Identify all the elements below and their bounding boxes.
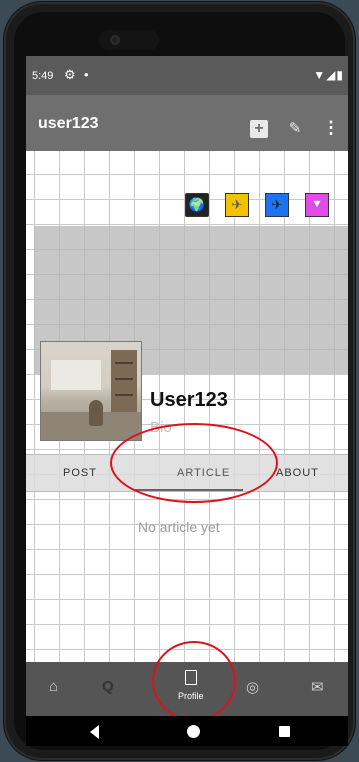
camera-housing (99, 30, 159, 50)
avatar-shelf-shape (111, 350, 137, 420)
signal-battery-icon: ▼◢▮ (313, 68, 344, 82)
globe-icon[interactable]: 🌍 (185, 193, 209, 217)
tab-about[interactable]: ABOUT (276, 467, 319, 479)
device-screen: 5:49 ⚙ • ▼◢▮ user123 + ✎ ⋮ 🌍 ✈ ✈ ⯆ User1… (26, 56, 348, 716)
annotation-circle-article-tab (110, 423, 278, 503)
profile-username: User123 (150, 389, 228, 411)
avatar[interactable] (40, 341, 142, 441)
empty-articles-message: No article yet (138, 519, 220, 535)
search-icon[interactable]: Q (102, 678, 114, 695)
avatar-cat-shape (89, 400, 103, 426)
avatar-shelf-lines (115, 362, 133, 364)
avatar-window-shape (51, 360, 101, 390)
camera-lens-icon (110, 35, 120, 45)
add-button[interactable]: + (250, 120, 268, 138)
app-bar: user123 + ✎ ⋮ (26, 95, 348, 151)
app-bar-title: user123 (38, 115, 99, 132)
notification-dot-icon: • (84, 67, 89, 82)
settings-icon: ⚙ (64, 67, 76, 82)
status-bar: 5:49 ⚙ • ▼◢▮ (26, 56, 348, 95)
recent-apps-icon[interactable] (279, 726, 290, 737)
more-options-button[interactable]: ⋮ (323, 118, 340, 138)
home-button-icon[interactable] (187, 725, 200, 738)
profile-content: 🌍 ✈ ✈ ⯆ User123 Bio POST ARTICLE ABOUT N… (26, 151, 348, 662)
bookmark-icon[interactable]: ⯆ (305, 193, 329, 217)
plane-icon-blue[interactable]: ✈ (265, 193, 289, 217)
edit-profile-button[interactable]: ✎ (285, 118, 305, 138)
home-icon[interactable]: ⌂ (49, 678, 58, 695)
mail-icon[interactable]: ✉ (311, 678, 324, 696)
camera-icon[interactable]: ◎ (246, 678, 259, 696)
system-navigation-bar (26, 716, 348, 746)
annotation-circle-profile-nav (152, 641, 236, 721)
tab-post[interactable]: POST (63, 467, 97, 479)
plane-icon-yellow[interactable]: ✈ (225, 193, 249, 217)
status-time: 5:49 (32, 70, 54, 82)
back-icon[interactable] (90, 725, 99, 739)
